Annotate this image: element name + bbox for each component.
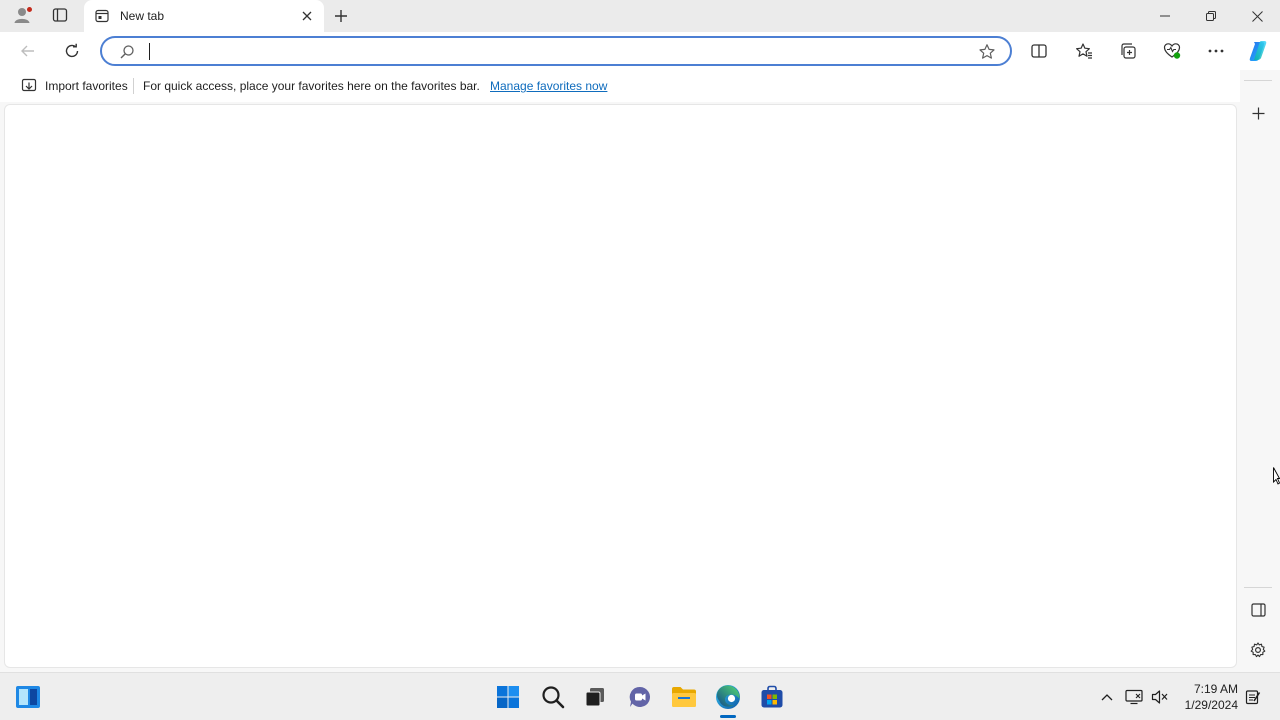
show-hidden-icons-chevron <box>1101 694 1113 701</box>
more-icon <box>1208 49 1224 53</box>
store-icon <box>761 685 783 708</box>
taskbar: 7:19 AM 1/29/2024 <box>0 672 1280 720</box>
notifications-button[interactable] <box>1243 687 1263 707</box>
text-caret <box>149 43 150 60</box>
tab-title: New tab <box>120 9 165 23</box>
sidebar-add-icon <box>1252 107 1264 119</box>
hide-sidebar-icon <box>1250 603 1266 617</box>
task-view-button[interactable] <box>579 681 611 713</box>
file-explorer-button[interactable] <box>668 681 700 713</box>
browser-essentials-button[interactable] <box>1158 37 1186 65</box>
show-hidden-icons-button[interactable] <box>1097 687 1117 707</box>
sidebar-settings-button[interactable] <box>1246 638 1270 662</box>
network-button[interactable] <box>1124 687 1144 707</box>
favorites-bar-message: For quick access, place your favorites h… <box>143 79 480 93</box>
volume-button[interactable] <box>1150 687 1170 707</box>
address-input[interactable] <box>146 41 966 61</box>
minimize-icon <box>1160 15 1170 17</box>
favorites-bar: Import favorites For quick access, place… <box>0 70 1246 102</box>
sidebar-settings-icon <box>1250 642 1266 658</box>
restore-button[interactable] <box>1188 0 1234 32</box>
import-favorites-button[interactable]: Import favorites <box>13 77 128 95</box>
task-view-icon <box>585 688 604 707</box>
taskbar-search-button[interactable] <box>537 681 569 713</box>
favorites-icon <box>1076 43 1092 59</box>
notifications-icon <box>1245 690 1261 705</box>
tab-close-button[interactable] <box>299 8 315 24</box>
close-window-icon <box>1251 10 1263 22</box>
sidebar-divider-bottom <box>1244 587 1272 588</box>
new-tab-icon <box>335 10 347 22</box>
add-favorite-button[interactable] <box>978 43 996 64</box>
edge-button[interactable] <box>712 681 744 713</box>
teams-chat-icon <box>629 686 651 707</box>
favorites-bar-divider <box>133 78 134 94</box>
sidebar-add-button[interactable] <box>1246 101 1270 125</box>
edge-active-indicator <box>720 715 736 718</box>
tab-close-icon <box>302 11 312 21</box>
manage-favorites-link[interactable]: Manage favorites now <box>490 79 607 93</box>
search-icon <box>119 44 135 63</box>
import-favorites-label: Import favorites <box>45 79 128 93</box>
close-window-button[interactable] <box>1234 0 1280 32</box>
import-favorites-icon <box>21 77 37 96</box>
tab-actions-icon <box>52 7 68 26</box>
edge-icon <box>716 685 740 709</box>
notification-dot <box>26 6 33 13</box>
volume-mute-icon <box>1151 690 1168 704</box>
copilot-icon <box>1249 41 1267 61</box>
store-button[interactable] <box>756 681 788 713</box>
start-button[interactable] <box>492 681 524 713</box>
restore-icon <box>1206 11 1216 21</box>
copilot-button[interactable] <box>1244 37 1272 65</box>
page-content[interactable] <box>4 104 1237 668</box>
sidebar <box>1240 70 1280 671</box>
toolbar <box>0 32 1280 70</box>
minimize-button[interactable] <box>1142 0 1188 32</box>
newtab-page-icon <box>95 9 109 23</box>
split-screen-button[interactable] <box>1025 37 1053 65</box>
network-icon <box>1125 689 1143 705</box>
tab-actions-button[interactable] <box>47 5 73 27</box>
clock-date: 1/29/2024 <box>1184 698 1238 712</box>
widgets-button[interactable] <box>12 681 44 713</box>
file-explorer-icon <box>672 687 696 707</box>
system-clock[interactable]: 7:19 AM 1/29/2024 <box>1176 681 1238 713</box>
profile-button[interactable] <box>10 5 34 27</box>
search-taskbar-icon <box>542 686 565 709</box>
hide-sidebar-button[interactable] <box>1246 598 1270 622</box>
favorite-star-icon <box>979 44 995 59</box>
more-button[interactable] <box>1202 37 1230 65</box>
collections-icon <box>1121 43 1136 59</box>
mouse-cursor <box>1273 467 1280 490</box>
favorites-button[interactable] <box>1070 37 1098 65</box>
teams-chat-button[interactable] <box>624 681 656 713</box>
refresh-button[interactable] <box>58 37 86 65</box>
title-bar: New tab <box>0 0 1280 32</box>
new-tab-button[interactable] <box>330 5 352 27</box>
widgets-icon <box>16 686 40 708</box>
collections-button[interactable] <box>1114 37 1142 65</box>
active-tab[interactable]: New tab <box>84 0 324 32</box>
windows-start-icon <box>497 686 519 708</box>
refresh-icon <box>65 43 79 58</box>
clock-time: 7:19 AM <box>1193 682 1238 696</box>
back-icon <box>21 45 34 57</box>
browser-essentials-icon <box>1163 43 1181 59</box>
address-bar[interactable] <box>100 36 1012 66</box>
sidebar-divider-top <box>1244 80 1272 81</box>
back-button[interactable] <box>14 37 42 65</box>
split-screen-icon <box>1031 44 1047 58</box>
